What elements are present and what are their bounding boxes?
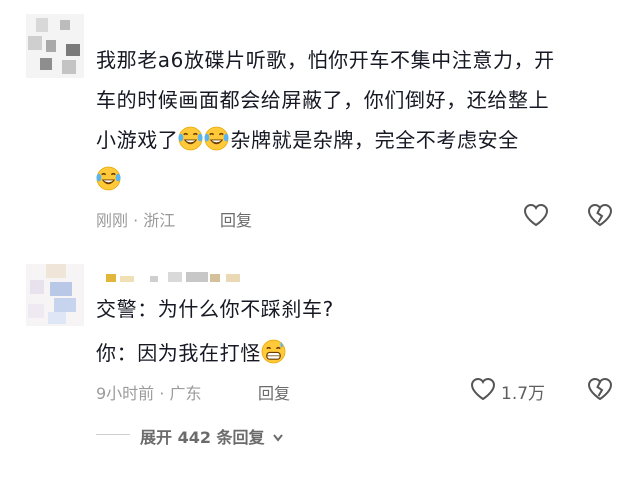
grinning-sweat-emoji <box>261 339 286 364</box>
laughing-crying-emoji <box>96 166 121 191</box>
comment-line: 交警：为什么你不踩刹车? <box>96 297 334 321</box>
comment-line: 车的时候画面都会给屏蔽了，你们倒好，还给整上 <box>96 88 550 112</box>
comment-text: 我那老a6放碟片听歌，怕你开车不集中注意力，开 <box>96 40 555 80</box>
reply-button[interactable]: 回复 <box>258 380 290 404</box>
comment-line: 我那老a6放碟片听歌，怕你开车不集中注意力，开 <box>96 48 555 72</box>
heart-icon[interactable] <box>523 203 549 227</box>
comment-text: 小游戏了 杂牌就是杂牌，完全不考虑安全 <box>96 120 519 160</box>
comment-line: 小游戏了 <box>96 128 179 152</box>
expand-replies-label: 展开 442 条回复 <box>140 428 265 447</box>
comment-text: 车的时候画面都会给屏蔽了，你们倒好，还给整上 <box>96 80 549 120</box>
comment-text <box>96 160 122 200</box>
comment-text: 交警：为什么你不踩刹车? <box>96 289 334 329</box>
comment-meta: 刚刚 · 浙江 <box>96 211 176 230</box>
username[interactable] <box>98 266 258 282</box>
heart-icon[interactable] <box>470 377 496 401</box>
comment-line: 杂牌就是杂牌，完全不考虑安全 <box>230 128 519 152</box>
avatar[interactable] <box>26 264 84 326</box>
like-count: 1.7万 <box>501 384 546 404</box>
comment-line: 你：因为我在打怪 <box>96 341 261 365</box>
comment-text: 你：因为我在打怪 <box>96 333 287 373</box>
dislike-heart-icon[interactable] <box>587 203 613 227</box>
expand-divider <box>96 434 130 435</box>
comment-meta: 9小时前 · 广东 <box>96 384 202 403</box>
laughing-crying-emoji <box>178 126 203 151</box>
avatar[interactable] <box>26 14 84 78</box>
expand-replies-button[interactable]: 展开 442 条回复 <box>140 424 284 448</box>
chevron-down-icon <box>273 434 283 442</box>
dislike-heart-icon[interactable] <box>587 377 613 401</box>
laughing-crying-emoji <box>204 126 229 151</box>
reply-button[interactable]: 回复 <box>220 207 252 231</box>
